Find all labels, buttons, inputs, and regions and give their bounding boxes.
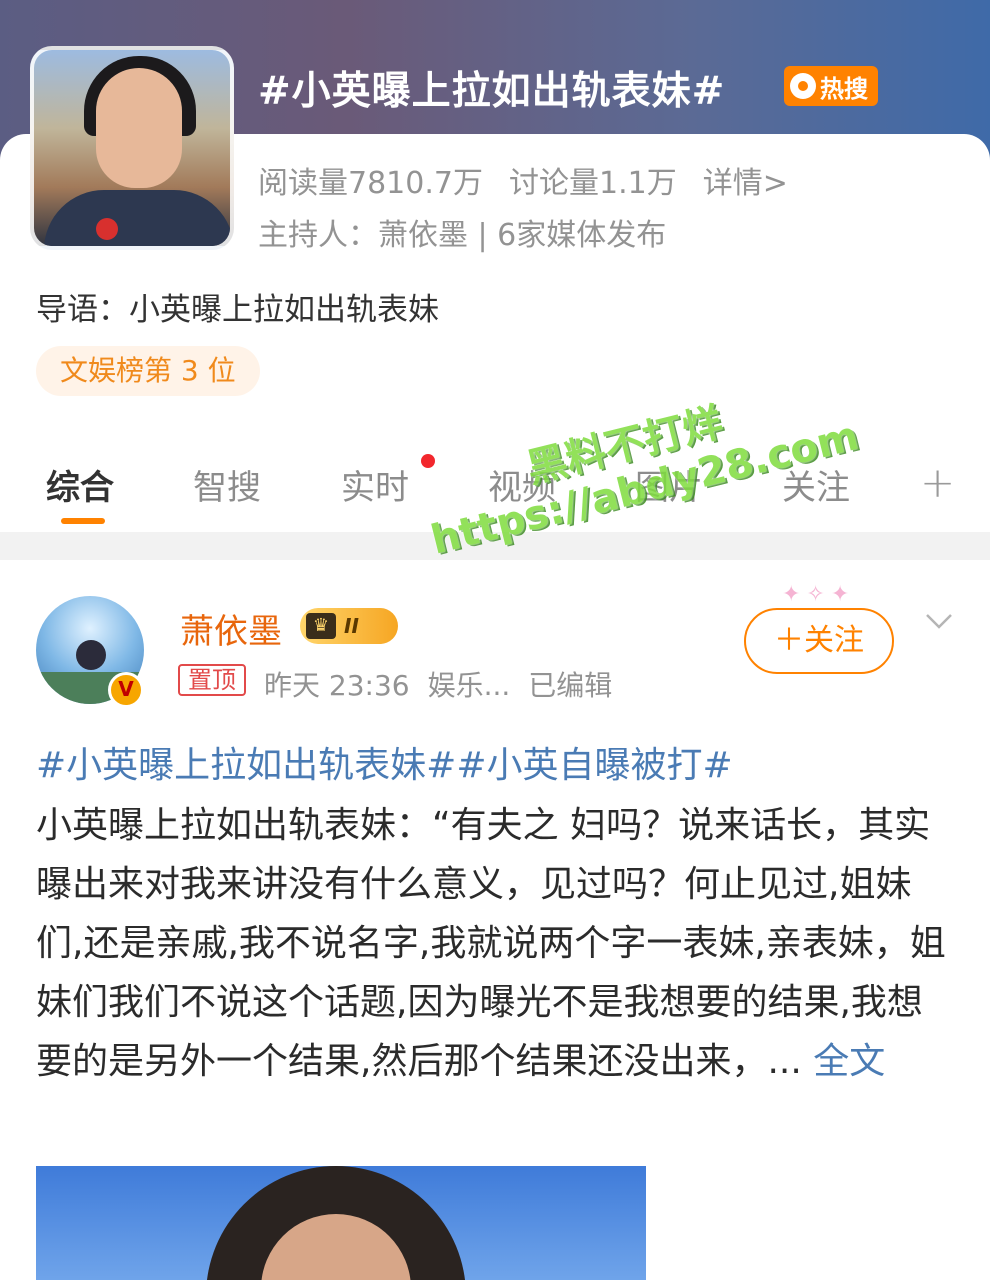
tab-smart-search[interactable]: 智搜 [193, 460, 261, 509]
post-source: 娱乐... [427, 669, 511, 702]
topic-host[interactable]: 主持人：萧依墨 | 6家媒体发布 [258, 210, 666, 254]
edited-label: 已编辑 [528, 669, 613, 702]
topic-stats: 阅读量7810.7万 讨论量1.1万 详情> [258, 158, 788, 202]
topic-intro: 导语：小英曝上拉如出轨表妹 [36, 292, 439, 328]
tab-realtime[interactable]: 实时 [341, 460, 409, 509]
discussion-count: 讨论量1.1万 [508, 166, 677, 201]
topic-cover-image[interactable] [30, 46, 234, 250]
rank-badge[interactable]: 文娱榜第 3 位 [36, 346, 260, 396]
post-text: 小英曝上拉如出轨表妹：“有夫之 妇吗？说来话长，其实曝出来对我来讲没有什么意义，… [36, 805, 946, 1082]
read-count: 阅读量7810.7万 [258, 166, 483, 201]
chevron-down-icon[interactable] [924, 606, 954, 636]
realtime-notification-dot [421, 454, 435, 468]
post-body: 小英曝上拉如出轨表妹：“有夫之 妇吗？说来话长，其实曝出来对我来讲没有什么意义，… [36, 796, 956, 1091]
member-level: II [344, 614, 359, 638]
post-image[interactable] [36, 1166, 646, 1280]
post-meta: 昨天 23:36 娱乐... 已编辑 [264, 664, 612, 704]
follow-button[interactable]: ＋关注 [744, 608, 894, 674]
sparkle-decoration-icon: ✦✧✦ [782, 582, 856, 607]
plus-icon[interactable]: + [920, 458, 955, 507]
author-name[interactable]: 萧依墨 [180, 604, 282, 653]
pinned-tag: 置顶 [178, 664, 246, 696]
post-time: 昨天 23:36 [264, 669, 410, 702]
avatar-figure [76, 640, 106, 670]
member-level-badge[interactable]: ♛ II [300, 608, 398, 644]
cover-flower [96, 218, 118, 240]
hot-search-badge: 热搜 [784, 66, 878, 106]
active-tab-indicator [61, 518, 105, 524]
topic-title: #小英曝上拉如出轨表妹# [258, 69, 726, 114]
full-text-link[interactable]: 全文 [813, 1041, 885, 1082]
hot-search-label: 热搜 [820, 74, 868, 103]
tab-comprehensive[interactable]: 综合 [46, 460, 114, 509]
details-link[interactable]: 详情> [703, 158, 788, 202]
cover-figure-face [96, 68, 182, 188]
cover-figure-body [44, 190, 230, 246]
crown-icon: ♛ [306, 613, 336, 639]
post-hashtags[interactable]: #小英曝上拉如出轨表妹##小英自曝被打# [36, 736, 733, 788]
post-card: V 萧依墨 ♛ II 置顶 昨天 23:36 娱乐... 已编辑 ✦✧✦ ＋关注… [0, 560, 990, 1280]
verified-badge-icon: V [108, 672, 144, 708]
hot-search-icon [790, 73, 816, 99]
